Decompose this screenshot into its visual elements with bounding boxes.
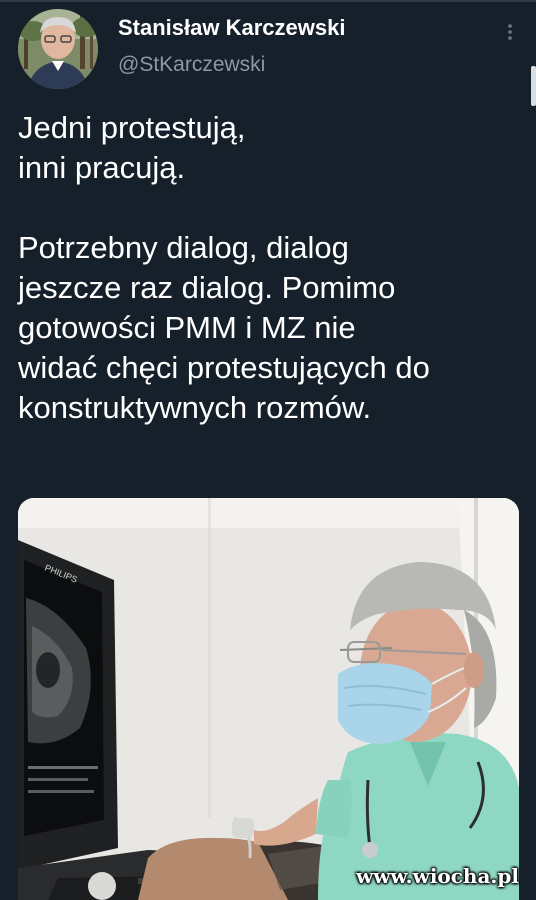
avatar-photo: [18, 9, 98, 89]
tweet-text: Jedni protestują, inni pracują. Potrzebn…: [18, 108, 524, 428]
author-avatar[interactable]: [18, 9, 98, 89]
tweet-page: Stanisław Karczewski @StKarczewski Jedni…: [0, 0, 536, 900]
top-divider: [0, 0, 536, 2]
scrollbar-thumb[interactable]: [531, 66, 536, 106]
author-handle[interactable]: @StKarczewski: [118, 51, 458, 79]
tweet-line: jeszcze raz dialog. Pomimo: [18, 270, 396, 305]
tweet-line: Jedni protestują,: [18, 110, 246, 145]
tweet-line: Potrzebny dialog, dialog: [18, 230, 349, 265]
more-options-button[interactable]: [496, 14, 524, 48]
author-display-name[interactable]: Stanisław Karczewski: [118, 14, 458, 42]
tweet-line: inni pracują.: [18, 150, 186, 185]
ultrasound-doctor-photo: PHILIPS: [18, 498, 519, 900]
tweet-photo[interactable]: PHILIPS: [18, 498, 519, 900]
more-vertical-icon: [508, 24, 512, 40]
tweet-line: konstruktywnych rozmów.: [18, 390, 372, 425]
tweet-line: widać chęci protestujących do: [18, 350, 430, 385]
author-block: Stanisław Karczewski @StKarczewski: [118, 14, 458, 79]
tweet-line: gotowości PMM i MZ nie: [18, 310, 356, 345]
watermark-text: www.wiocha.pl: [356, 864, 519, 888]
